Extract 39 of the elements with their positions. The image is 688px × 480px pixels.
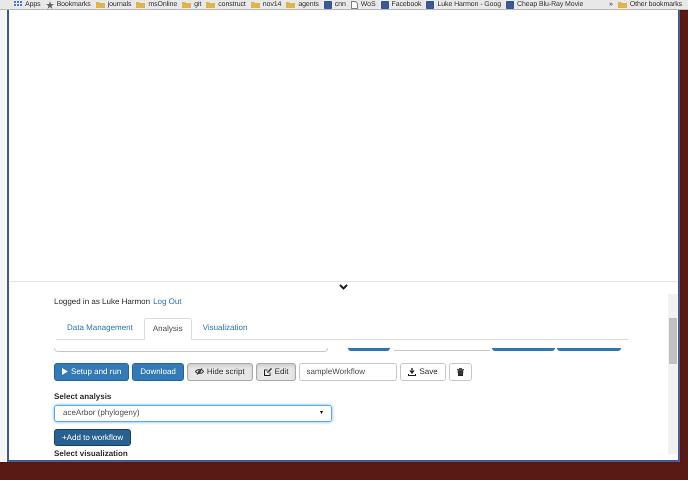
star-icon <box>46 0 54 8</box>
vertical-scrollbar[interactable] <box>668 294 678 454</box>
trash-icon <box>456 368 464 376</box>
scrollbar-thumb[interactable] <box>669 318 677 364</box>
folder-icon <box>250 1 260 8</box>
site-favicon-icon <box>380 0 389 8</box>
chevron-down-icon[interactable] <box>339 284 348 290</box>
folder-icon <box>206 1 216 8</box>
eye-slash-icon <box>194 368 204 376</box>
folder-icon <box>618 1 627 8</box>
button-edge[interactable] <box>492 348 555 351</box>
play-icon <box>62 368 68 376</box>
login-status: Logged in as Luke Harmon <box>54 296 150 308</box>
folder-icon <box>286 1 296 8</box>
toolbar-button[interactable]: Save <box>400 362 446 381</box>
select-visualization-label: Select visualization <box>54 448 129 460</box>
site-favicon-icon <box>506 0 514 8</box>
folder-icon <box>182 1 192 8</box>
tab[interactable]: Visualization <box>192 317 258 339</box>
toolbar-button[interactable]: Download <box>132 362 184 381</box>
button-edge[interactable] <box>557 348 621 351</box>
logout-link[interactable]: Log Out <box>153 296 182 308</box>
button-edge[interactable] <box>348 348 390 351</box>
add-to-workflow-button[interactable]: +Add to workflow <box>54 429 132 446</box>
select-analysis-label: Select analysis <box>54 390 112 403</box>
tab[interactable]: Analysis <box>144 318 192 340</box>
workflow-name-field[interactable]: sampleWorkflow <box>299 362 398 381</box>
tab[interactable]: Data Management <box>56 317 144 339</box>
toolbar-button[interactable]: Setup and run <box>54 362 130 381</box>
download-icon <box>408 368 416 376</box>
folder-icon <box>136 1 146 8</box>
toolbar-button[interactable]: Edit <box>256 362 296 381</box>
apps-grid-icon <box>14 0 22 8</box>
toolbar-button[interactable]: Hide script <box>186 362 253 381</box>
edit-icon <box>264 368 272 376</box>
site-favicon-icon <box>324 0 332 8</box>
site-favicon-icon <box>426 0 434 8</box>
delete-button[interactable] <box>448 362 472 381</box>
folder-icon <box>96 1 105 8</box>
